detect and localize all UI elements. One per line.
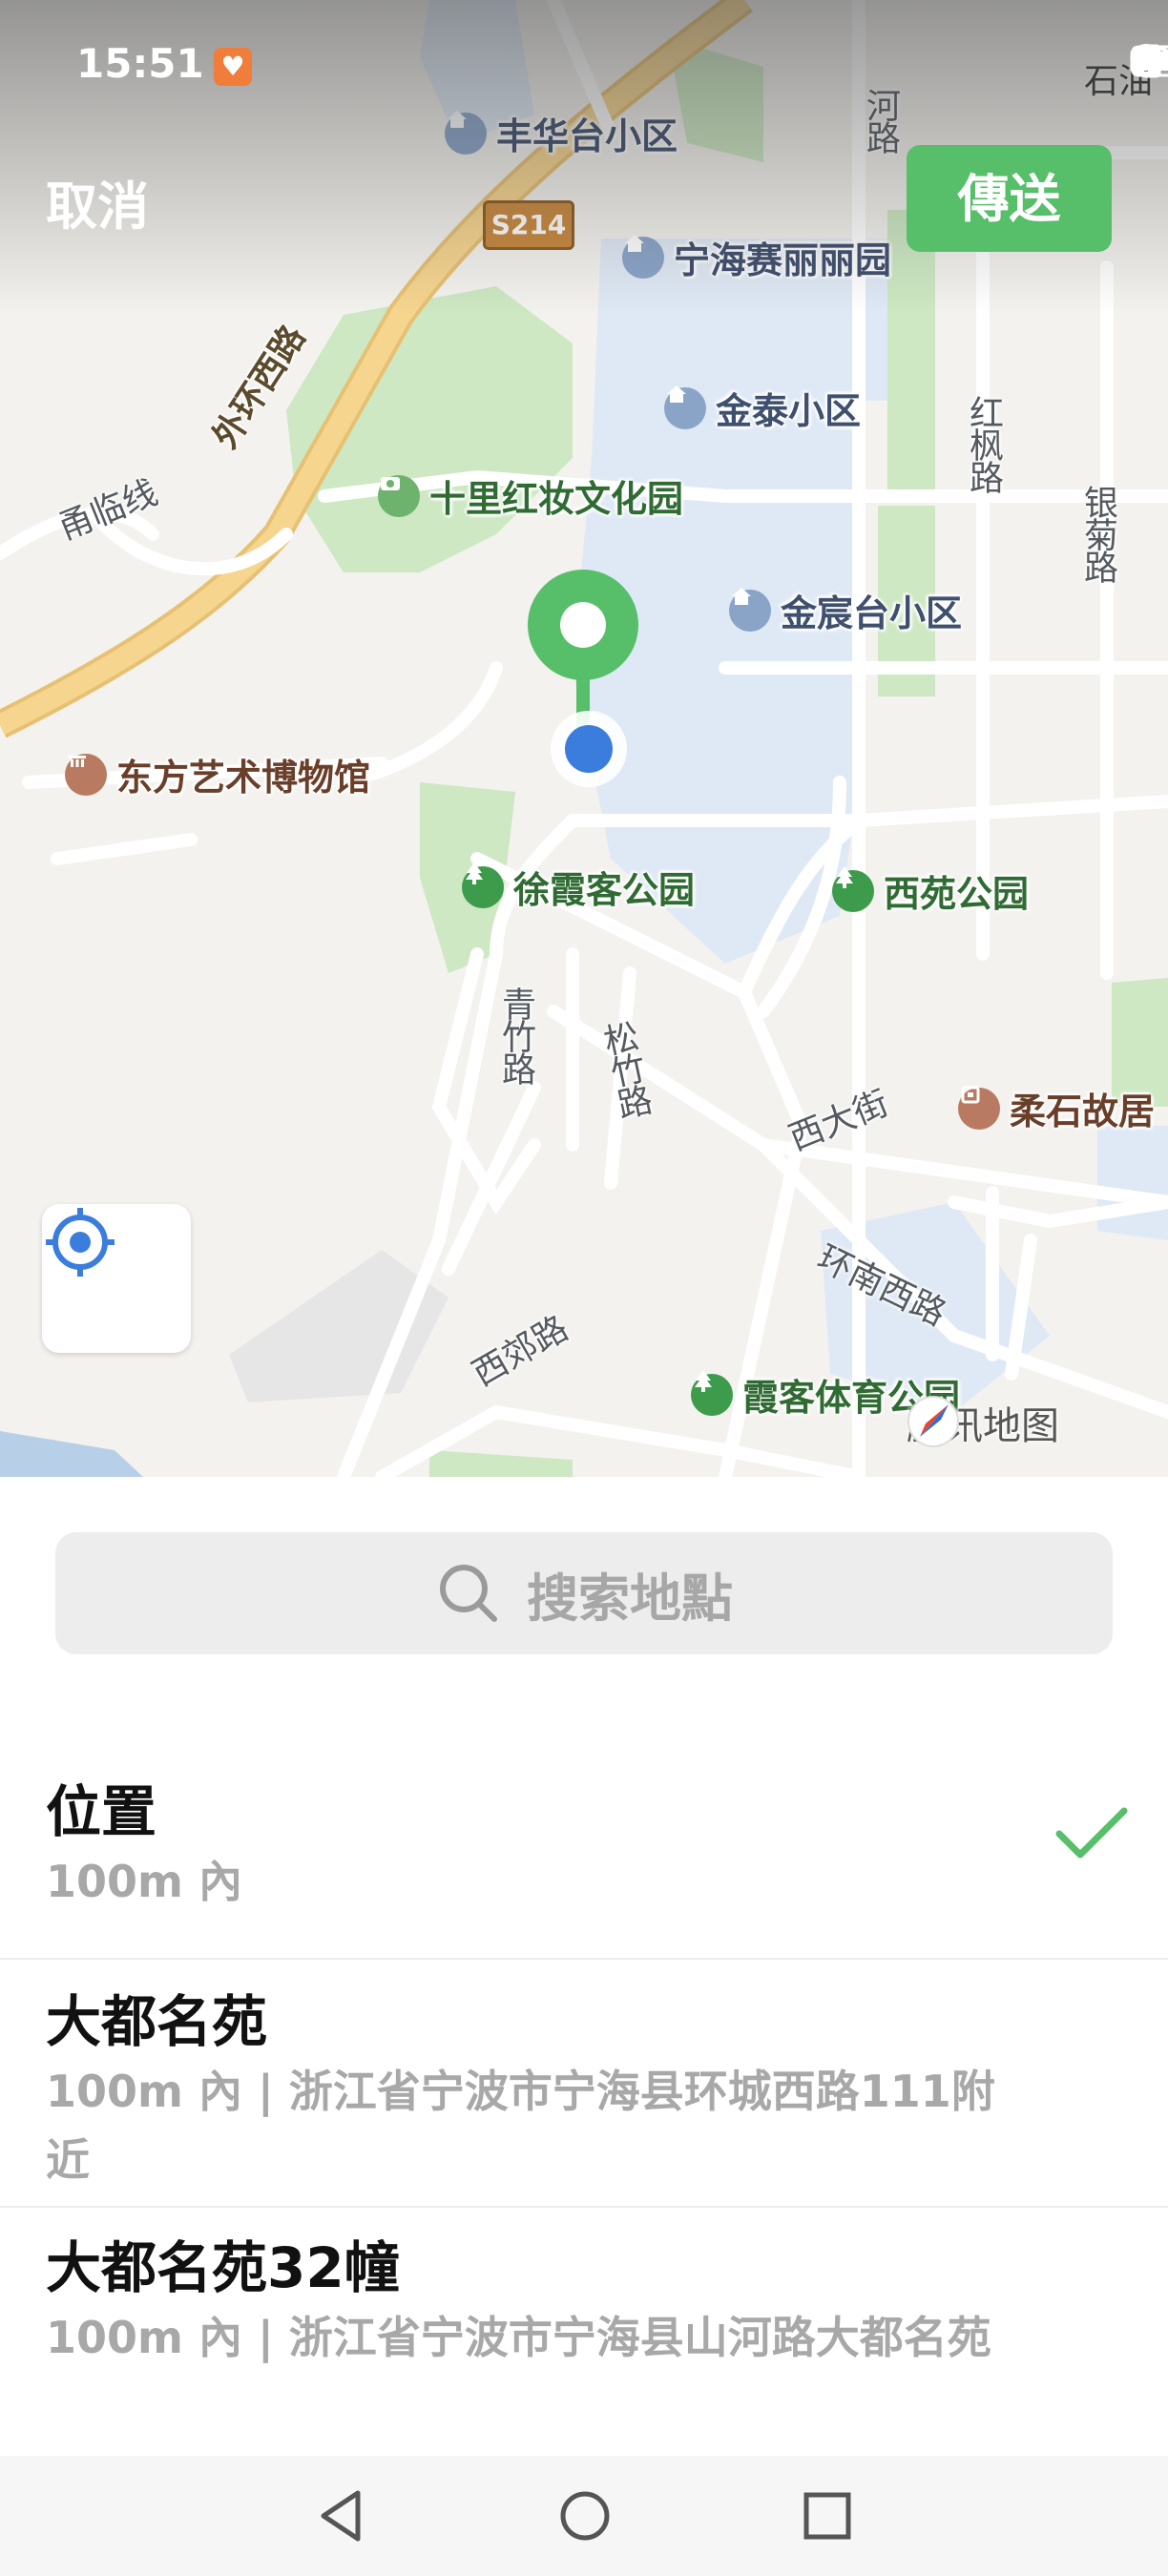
location-subtitle: 100m 內 | 浙江省宁波市宁海县环城西路111附近	[46, 2066, 995, 2186]
location-subtitle: 100m 內	[46, 1856, 242, 1907]
location-item-dadu-mingyuan-32[interactable]: 大都名苑32幢 100m 內 | 浙江省宁波市宁海县山河路大都名苑	[0, 2208, 1168, 2454]
poi-shili-hongzhuang[interactable]: 十里红妆文化园	[378, 469, 683, 522]
road-shield-s214: S214	[483, 200, 574, 250]
location-subtitle: 100m 內 | 浙江省宁波市宁海县山河路大都名苑	[46, 2312, 991, 2363]
battery-icon	[1130, 45, 1168, 77]
app-notification-icon: ♥	[214, 48, 252, 86]
status-time: 15:51	[76, 40, 204, 87]
residential-icon	[622, 235, 664, 279]
system-nav-bar	[0, 2456, 1168, 2576]
cancel-button[interactable]: 取消	[46, 164, 149, 239]
location-title: 大都名苑	[46, 1989, 268, 2054]
search-placeholder: 搜索地點	[527, 1568, 733, 1629]
search-icon	[440, 1565, 497, 1622]
poi-jinchentai[interactable]: 金宸台小区	[729, 584, 962, 636]
nav-recents-button[interactable]	[796, 2484, 859, 2547]
road-label-hongfeng-lu: 红枫路	[964, 395, 1003, 492]
tree-icon	[691, 1370, 733, 1416]
tree-icon	[462, 862, 504, 908]
road-label-he-lu: 河路	[861, 88, 900, 153]
residential-icon	[445, 111, 487, 155]
poi-jintai[interactable]: 金泰小区	[664, 382, 861, 434]
location-title: 大都名苑32幢	[46, 2235, 400, 2300]
museum-icon	[958, 1086, 1000, 1130]
nav-back-button[interactable]	[309, 2484, 372, 2547]
map-view[interactable]: 丰华台小区 宁海赛丽丽园 金泰小区 十里红妆文化园 金宸台小区 东方艺术博物馆 …	[0, 0, 1168, 1477]
back-icon	[321, 2490, 361, 2542]
check-icon	[1055, 1807, 1128, 1859]
poi-ninghai-sailili[interactable]: 宁海赛丽丽园	[622, 231, 891, 283]
recents-icon	[803, 2492, 851, 2540]
tencent-map-attribution: 腾讯地图	[907, 1395, 1059, 1450]
poi-roushi-residence[interactable]: 柔石故居	[958, 1082, 1155, 1134]
location-item-current[interactable]: 位置 100m 內	[0, 1736, 1168, 1958]
locate-me-button[interactable]	[42, 1204, 191, 1353]
poi-xuxiake-park[interactable]: 徐霞客公园	[462, 861, 695, 913]
home-icon	[560, 2491, 610, 2541]
location-item-dadu-mingyuan[interactable]: 大都名苑 100m 內 | 浙江省宁波市宁海县环城西路111附近	[0, 1960, 1168, 2204]
museum-icon	[65, 753, 107, 796]
poi-xiyuan-park[interactable]: 西苑公园	[832, 864, 1029, 917]
residential-icon	[729, 588, 771, 632]
nav-home-button[interactable]	[553, 2484, 616, 2547]
road-label-qingzhu-lu: 青竹路	[496, 987, 535, 1084]
locate-icon	[46, 1208, 115, 1277]
send-button[interactable]: 傳送	[907, 145, 1112, 252]
tencent-map-logo-icon	[907, 1396, 959, 1447]
location-title: 位置	[46, 1779, 157, 1844]
road-label-yinju-lu: 银菊路	[1078, 485, 1117, 582]
camera-icon	[378, 474, 420, 517]
residential-icon	[664, 385, 706, 429]
tree-icon	[832, 866, 874, 912]
search-input[interactable]: 搜索地點	[55, 1532, 1113, 1654]
poi-fenghuatai[interactable]: 丰华台小区	[445, 107, 678, 159]
poi-dongfang-museum[interactable]: 东方艺术博物馆	[65, 748, 370, 800]
